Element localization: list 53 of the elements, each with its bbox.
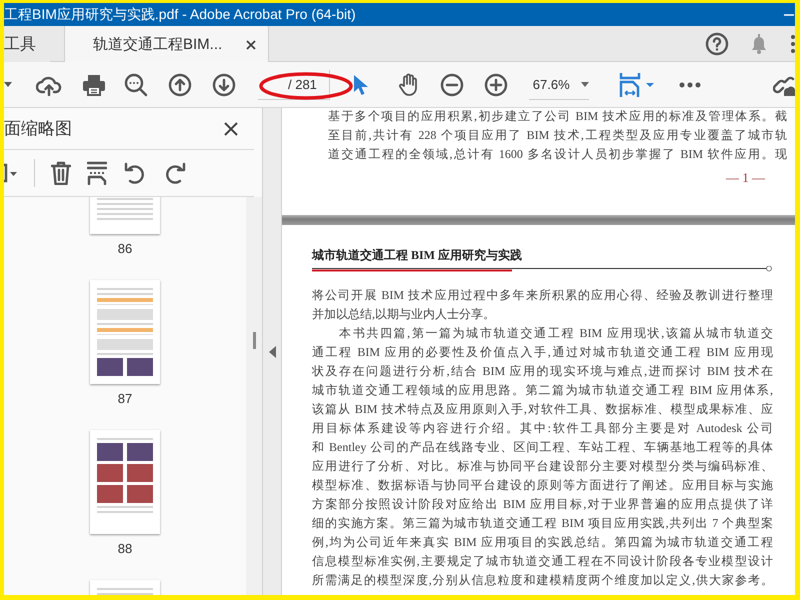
page-count: / 281 (288, 76, 317, 92)
close-icon[interactable] (246, 40, 256, 50)
text-line: 状及存在问题进行分析,结合 BIM 应用的现实环境与难点,进而探讨 BIM 技术在 (312, 363, 773, 380)
text-line: 例,均为公司近年来真实 BIM 应用项目的实践总结。第四篇为城市轨道交通工程 (312, 534, 773, 551)
text-line: 本书共四篇,第一篇为城市轨道交通工程 BIM 应用现状,该篇从城市轨道交 (338, 325, 773, 342)
text-line: 该篇从 BIM 技术特点及应用原则入手,对软件工具、数据标准、模型成果标准、应 (312, 401, 773, 418)
print-icon[interactable] (82, 74, 106, 96)
panel-title: 面缩略图 (4, 118, 72, 140)
text-line: 方案部分按照设计阶段对应给出 BIM 应用目标,对于业界普遍的应用点提供了详 (312, 496, 773, 513)
text-line: 细的实施方案。第三篇为城市轨道交通工程 BIM 项目应用实践,共列出 7 个典型案 (312, 515, 773, 532)
text-line: 通工程 BIM 应用的必要性及价值点入手,通过对城市轨道交通工程 BIM 应用现 (312, 344, 773, 361)
more-icon[interactable] (789, 32, 795, 54)
zoom-in-icon[interactable] (484, 72, 508, 96)
rotate-left-icon[interactable] (123, 161, 147, 185)
page-number: 88 (118, 540, 132, 558)
page-thumbnail[interactable] (90, 280, 160, 384)
arrow-up-icon[interactable] (168, 72, 192, 96)
text-line: 用目标体系建设等内容进行介绍。其中:软件工具部分主要是对 Autodesk 公司 (312, 420, 773, 437)
pointer-cursor-icon[interactable] (352, 74, 368, 96)
rotate-right-icon[interactable] (163, 161, 187, 185)
text-line: 应用进行了分析、对比。标准与协同平台建设部分主要对模型分类与编码标准、 (312, 458, 773, 475)
text-line: 所需满足的模型深度,分别从信息粒度和建模精度两个维度加以定义,供大家参考。 (312, 572, 773, 589)
page-thumbnail[interactable] (90, 430, 160, 534)
page-number: 86 (118, 240, 132, 258)
text-line: 并加以总结,以期与业内人士分享。 (312, 306, 496, 323)
more-icon[interactable] (679, 82, 702, 88)
page-number: 87 (118, 390, 132, 408)
extract-pages-icon[interactable] (87, 161, 107, 185)
fit-page-icon[interactable] (619, 72, 656, 98)
text-line: 道交通工程的全领域,总计有 1600 多名设计人员初步掌握了 BIM 软件应用。现 (328, 146, 787, 163)
text-line: 基于多个项目的应用积累,初步建立了公司 BIM 技术应用的标准及管理体系。截 (328, 108, 787, 125)
close-icon[interactable] (224, 122, 238, 136)
zoom-search-icon[interactable] (124, 72, 148, 96)
arrow-down-icon[interactable] (212, 72, 236, 96)
help-icon[interactable] (705, 32, 729, 56)
scrollbar[interactable] (246, 197, 262, 595)
page-footer: — 1 — (726, 170, 765, 186)
text-line: 信息模型标准实例,主要规定了城市轨道交通工程在不同设计阶段各专业模型设计 (312, 553, 773, 570)
options-dropdown-icon[interactable] (4, 163, 18, 183)
zoom-out-icon[interactable] (440, 72, 464, 96)
text-line: 城市轨道交通工程领域的应用思路。第二篇为城市轨道交通工程 BIM 应用体系, (312, 382, 773, 399)
collapse-arrow-icon[interactable] (268, 346, 276, 358)
window-title: 工程BIM应用研究与实践.pdf - Adobe Acrobat Pro (64-bit) (4, 6, 356, 24)
zoom-field[interactable]: 67.6% (528, 70, 590, 100)
caret-icon (581, 82, 590, 86)
text-line: 和 Bentley 公司的产品在线路专业、区间工程、车站工程、车辆基地工程等的具体 (312, 439, 773, 456)
running-header: 城市轨道交通工程 BIM 应用研究与实践 (312, 247, 522, 264)
text-line: 模型标准、数据标语与协同平台建设的原则等方面进行了阐述。应用目标与实施 (312, 477, 773, 494)
text-line: 至目前,共计有 228 个项目应用了 BIM 技术,工程类型及应用专业覆盖了城市轨 (328, 127, 787, 144)
tab[interactable]: 轨道交通工程BIM... (64, 26, 270, 63)
text-line: 将公司开展 BIM 技术应用过程中多年来所积累的应用心得、经验及教训进行整理 (312, 287, 773, 304)
caret-icon[interactable] (4, 82, 12, 88)
trash-icon[interactable] (51, 161, 71, 185)
